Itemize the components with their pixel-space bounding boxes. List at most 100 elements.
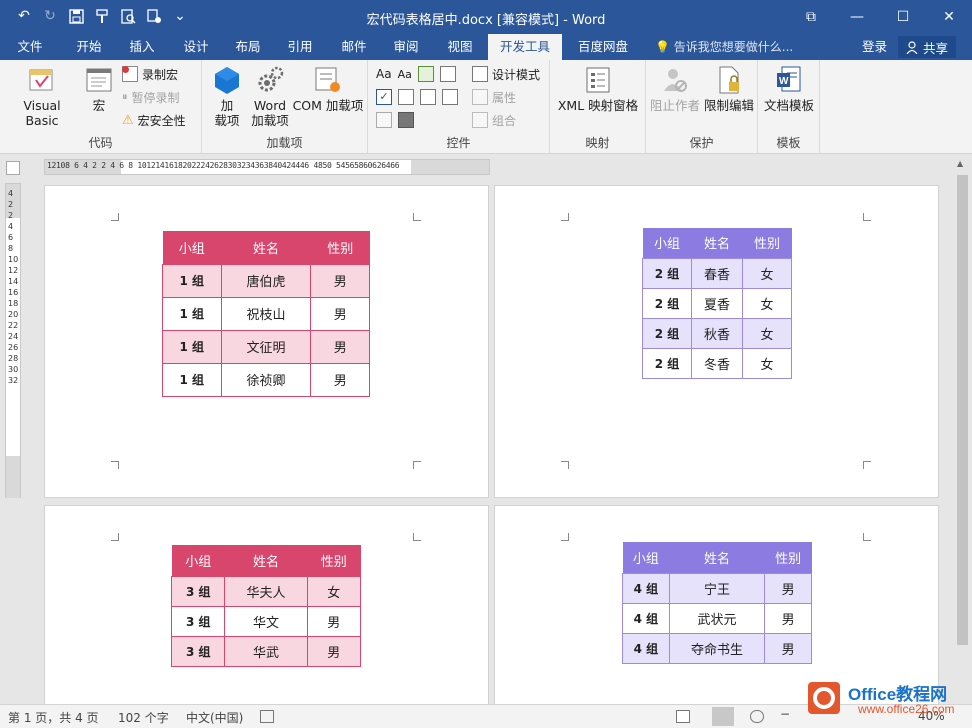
cell-group[interactable]: 2 组 — [641, 257, 693, 289]
macros-button[interactable]: 宏 — [82, 64, 116, 113]
cell-name[interactable]: 武状元 — [668, 602, 766, 634]
cell-gender[interactable]: 女 — [306, 575, 362, 607]
cell-group[interactable]: 2 组 — [641, 317, 693, 349]
cell-name[interactable]: 冬香 — [691, 347, 743, 379]
xml-mapping-pane-button[interactable]: XML 映射窗格 — [554, 64, 642, 113]
vertical-scrollbar[interactable]: ▲ — [953, 155, 972, 704]
cell-name[interactable]: 夏香 — [691, 287, 743, 319]
cell-group[interactable]: 1 组 — [162, 362, 222, 397]
cell-gender[interactable]: 男 — [306, 635, 362, 667]
ribbon-display-options-icon[interactable]: ⧉ — [788, 0, 834, 34]
checkbox-control-icon[interactable]: ✓ — [376, 89, 392, 105]
tab-layout[interactable]: 布局 — [222, 34, 274, 60]
dropdown-list-icon[interactable] — [420, 89, 436, 105]
scroll-up-icon[interactable]: ▲ — [957, 159, 963, 168]
design-mode-button[interactable]: 设计模式 — [472, 64, 540, 84]
document-template-button[interactable]: W 文档模板 — [762, 64, 816, 113]
cell-name[interactable]: 秋香 — [691, 317, 743, 349]
cell-group[interactable]: 3 组 — [170, 575, 226, 607]
cell-name[interactable]: 唐伯虎 — [220, 263, 312, 298]
cell-gender[interactable]: 男 — [764, 602, 812, 634]
close-icon[interactable]: ✕ — [926, 0, 972, 34]
scrollbar-thumb[interactable] — [957, 175, 968, 645]
language[interactable]: 中文(中国) — [186, 709, 243, 726]
cell-gender[interactable]: 男 — [310, 329, 370, 364]
cell-gender[interactable]: 男 — [310, 296, 370, 331]
maximize-icon[interactable]: ☐ — [880, 0, 926, 34]
cell-gender[interactable]: 男 — [764, 632, 812, 664]
legacy-tools-icon[interactable] — [398, 112, 414, 128]
tab-view[interactable]: 视图 — [434, 34, 486, 60]
repeating-section-icon[interactable] — [376, 112, 392, 128]
cell-name[interactable]: 夺命书生 — [668, 632, 766, 664]
page-4[interactable]: 小组 姓名 性别 4 组 宁王 男 4 组 武状元 男 4 组 夺命书生 男 — [494, 505, 939, 705]
minimize-icon[interactable]: — — [834, 0, 880, 34]
cell-gender[interactable]: 女 — [741, 347, 793, 379]
tab-review[interactable]: 审阅 — [380, 34, 432, 60]
login-link[interactable]: 登录 — [862, 34, 887, 60]
cell-group[interactable]: 3 组 — [170, 605, 226, 637]
visual-basic-button[interactable]: Visual Basic — [6, 64, 78, 128]
cell-gender[interactable]: 男 — [764, 572, 812, 604]
cell-group[interactable]: 4 组 — [622, 602, 670, 634]
tab-home[interactable]: 开始 — [62, 34, 116, 60]
combo-box-icon[interactable] — [398, 89, 414, 105]
cell-group[interactable]: 2 组 — [641, 287, 693, 319]
page-count[interactable]: 第 1 页，共 4 页 — [8, 709, 99, 726]
cell-group[interactable]: 1 组 — [162, 263, 222, 298]
date-picker-icon[interactable] — [442, 89, 458, 105]
block-authors-button[interactable]: 阻止作者 — [648, 64, 702, 113]
macro-recording-icon[interactable] — [260, 710, 274, 723]
cell-name[interactable]: 文征明 — [220, 329, 312, 364]
tab-baidu-netdisk[interactable]: 百度网盘 — [570, 34, 636, 60]
cell-gender[interactable]: 男 — [310, 362, 370, 397]
cell-name[interactable]: 春香 — [691, 257, 743, 289]
cell-name[interactable]: 宁王 — [668, 572, 766, 604]
com-addins-button[interactable]: COM 加载项 — [292, 64, 364, 113]
cell-group[interactable]: 3 组 — [170, 635, 226, 667]
vertical-ruler[interactable]: 4 2 2 4 6 8 10 12 14 16 18 20 22 24 26 2… — [5, 183, 21, 498]
properties-button[interactable]: 属性 — [472, 87, 516, 107]
cell-group[interactable]: 1 组 — [162, 296, 222, 331]
cell-name[interactable]: 徐祯卿 — [220, 362, 312, 397]
cell-name[interactable]: 华文 — [224, 605, 308, 637]
page-3[interactable]: 小组 姓名 性别 3 组 华夫人 女 3 组 华文 男 3 组 华武 男 — [44, 505, 489, 705]
tab-references[interactable]: 引用 — [274, 34, 326, 60]
tab-developer[interactable]: 开发工具 — [488, 34, 562, 60]
pause-recording-button[interactable]: ⏸ 暂停录制 — [122, 87, 180, 107]
building-block-icon[interactable] — [439, 66, 456, 82]
page-1[interactable]: 小组 姓名 性别 1 组 唐伯虎 男 1 组 祝枝山 男 1 组 文征明 男 1… — [44, 185, 489, 498]
share-button[interactable]: 共享 — [898, 36, 956, 58]
cell-group[interactable]: 1 组 — [162, 329, 222, 364]
cell-group[interactable]: 2 组 — [641, 347, 693, 379]
tab-selector[interactable] — [6, 161, 20, 175]
tab-file[interactable]: 文件 — [8, 34, 52, 60]
cell-name[interactable]: 祝枝山 — [220, 296, 312, 331]
plain-text-control-icon[interactable]: Aa — [398, 68, 412, 81]
cell-group[interactable]: 4 组 — [622, 572, 670, 604]
print-layout-icon[interactable] — [712, 707, 734, 726]
cell-gender[interactable]: 男 — [306, 605, 362, 637]
group-button[interactable]: 组合 — [472, 110, 516, 130]
restrict-editing-button[interactable]: 限制编辑 — [702, 64, 756, 113]
macro-security-button[interactable]: ⚠ 宏安全性 — [122, 110, 186, 130]
record-macro-button[interactable]: 录制宏 — [122, 64, 178, 84]
addins-button[interactable]: 加 载项 — [210, 64, 244, 128]
tell-me-search[interactable]: 💡 告诉我您想要做什么... — [655, 34, 793, 60]
horizontal-ruler[interactable]: 12108 6 4 2 2 4 6 8 10121416182022242628… — [44, 159, 490, 175]
read-mode-icon[interactable] — [676, 710, 690, 723]
cell-gender[interactable]: 女 — [741, 287, 793, 319]
word-addins-button[interactable]: Word 加载项 — [248, 64, 292, 128]
page-2[interactable]: 小组 姓名 性别 2 组 春香 女 2 组 夏香 女 2 组 秋香 女 2 组 … — [494, 185, 939, 498]
tab-insert[interactable]: 插入 — [116, 34, 168, 60]
picture-control-icon[interactable] — [417, 66, 434, 82]
tab-mailings[interactable]: 邮件 — [328, 34, 380, 60]
cell-gender[interactable]: 女 — [741, 257, 793, 289]
cell-gender[interactable]: 男 — [310, 263, 370, 298]
cell-gender[interactable]: 女 — [741, 317, 793, 349]
cell-name[interactable]: 华夫人 — [224, 575, 308, 607]
word-count[interactable]: 102 个字 — [118, 709, 169, 726]
tab-design[interactable]: 设计 — [170, 34, 222, 60]
zoom-out-icon[interactable]: − — [780, 707, 790, 721]
cell-name[interactable]: 华武 — [224, 635, 308, 667]
